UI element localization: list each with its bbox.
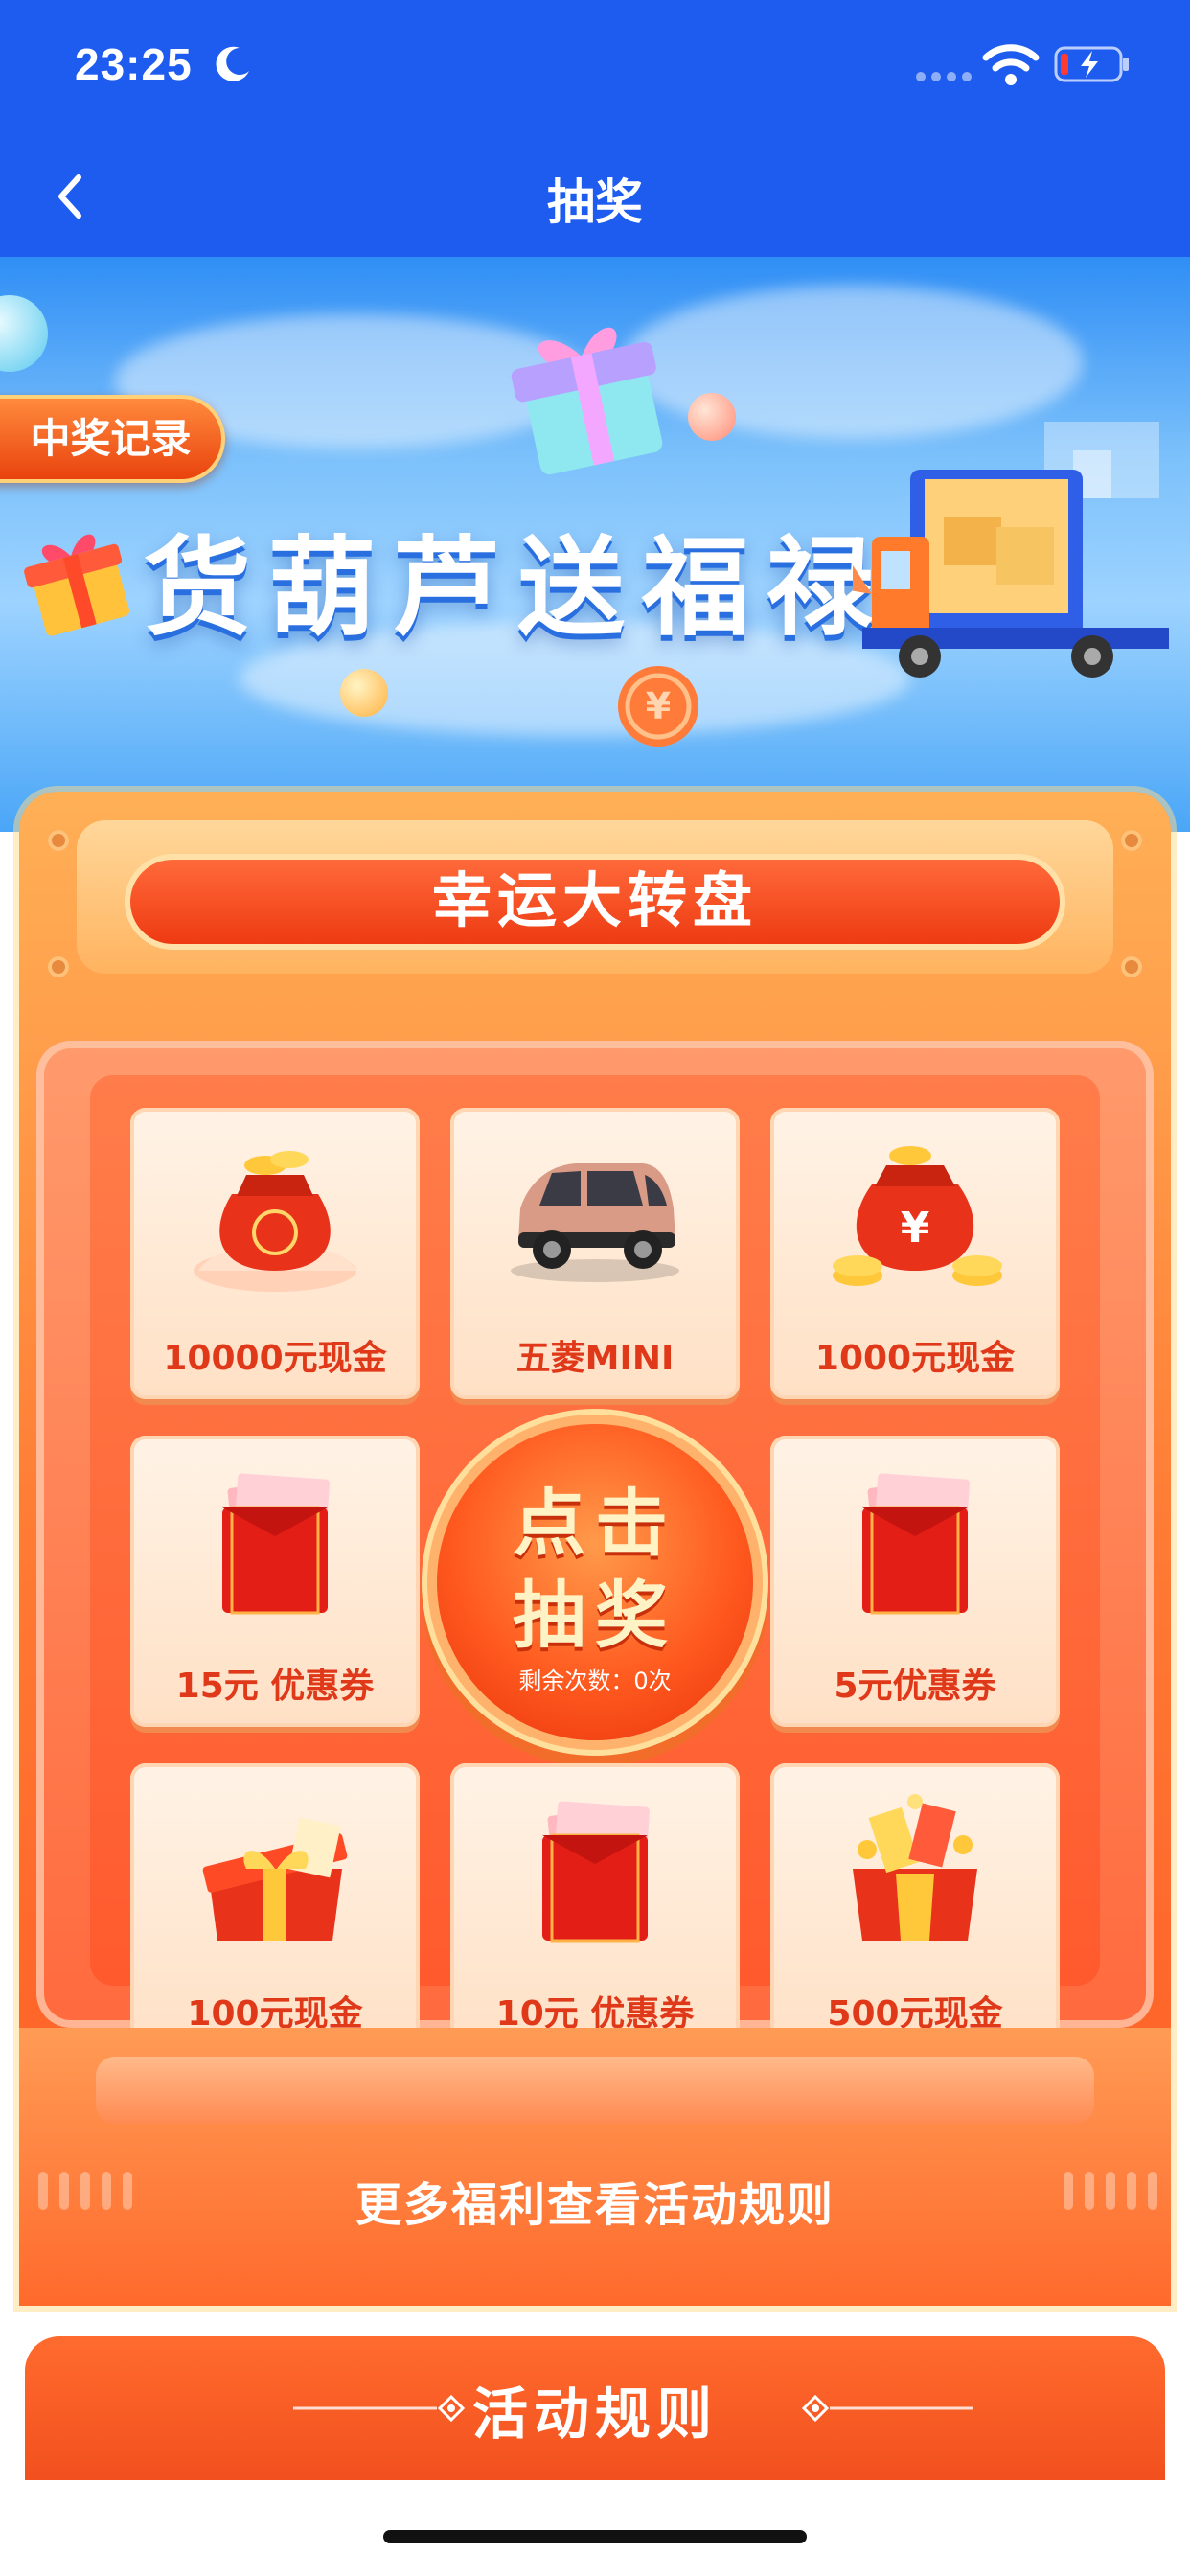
hero-title: 货葫芦送福禄 bbox=[144, 525, 891, 651]
svg-text:¥: ¥ bbox=[901, 1204, 930, 1253]
signal-icon bbox=[916, 72, 972, 81]
car-icon bbox=[511, 1163, 679, 1282]
draw-title-line2: 抽奖 bbox=[513, 1573, 677, 1658]
top-bar: 23:25 抽奖 bbox=[0, 0, 1190, 257]
home-indicator[interactable] bbox=[383, 2530, 807, 2543]
wifi-icon bbox=[982, 44, 1040, 85]
svg-text:¥: ¥ bbox=[646, 685, 671, 727]
prize-cell-10-coupon[interactable]: 10元 优惠券 bbox=[450, 1763, 740, 2055]
red-envelope-icon bbox=[542, 1801, 650, 1943]
prize-label: 1000元现金 bbox=[814, 1339, 1016, 1378]
gift-box-icon bbox=[202, 1817, 348, 1941]
status-time: 23:25 bbox=[75, 39, 193, 89]
prize-cell-wuling-mini[interactable]: 五菱MINI bbox=[450, 1108, 740, 1399]
prize-cell-500-cash[interactable]: 500元现金 bbox=[770, 1763, 1060, 2055]
red-envelope-icon bbox=[862, 1473, 970, 1615]
divider-decoration bbox=[801, 2394, 973, 2423]
status-bar: 23:25 bbox=[0, 0, 1190, 129]
red-envelope-icon bbox=[222, 1473, 330, 1615]
money-bag-hand-icon bbox=[194, 1151, 356, 1292]
nav-bar: 抽奖 bbox=[0, 129, 1190, 257]
lucky-wheel-frame: 幸运大转盘 10000元现金 五菱MINI ¥ 1000元现金 15元 优惠券 … bbox=[19, 792, 1171, 2306]
rules-title[interactable]: 活动规则 bbox=[25, 2369, 1165, 2450]
draw-button-title: 点击 抽奖 bbox=[437, 1478, 753, 1662]
wheel-title: 幸运大转盘 bbox=[125, 854, 1065, 950]
prize-cell-100-cash[interactable]: 100元现金 bbox=[130, 1763, 420, 2055]
money-bag-coins-icon: ¥ bbox=[833, 1146, 1002, 1286]
prize-cell-5-coupon[interactable]: 5元优惠券 bbox=[770, 1436, 1060, 1727]
page-title: 抽奖 bbox=[547, 174, 643, 230]
draw-button[interactable]: 点击 抽奖 剩余次数：0次 bbox=[437, 1424, 753, 1740]
coin-icon: ¥ bbox=[618, 666, 698, 747]
treasure-box-icon bbox=[853, 1794, 977, 1941]
prize-cell-15-coupon[interactable]: 15元 优惠券 bbox=[130, 1436, 420, 1727]
prize-board: 10000元现金 五菱MINI ¥ 1000元现金 15元 优惠券 点击 抽奖 … bbox=[36, 1041, 1154, 2055]
prize-label: 五菱MINI bbox=[515, 1339, 675, 1378]
battery-icon bbox=[1054, 46, 1129, 82]
winning-records-button[interactable]: 中奖记录 bbox=[0, 395, 225, 483]
prize-cell-10000-cash[interactable]: 10000元现金 bbox=[130, 1108, 420, 1399]
gift-icon bbox=[24, 534, 130, 636]
prize-cell-1000-cash[interactable]: ¥ 1000元现金 bbox=[770, 1108, 1060, 1399]
prize-label: 5元优惠券 bbox=[834, 1667, 996, 1706]
rules-section: 活动规则 bbox=[25, 2336, 1165, 2480]
draw-title-line1: 点击 bbox=[513, 1481, 677, 1566]
wheel-header: 幸运大转盘 bbox=[48, 820, 1142, 978]
gift-icon bbox=[511, 327, 663, 475]
remaining-draws: 剩余次数：0次 bbox=[518, 1668, 672, 1694]
truck-icon bbox=[853, 422, 1169, 678]
wheel-footer: 更多福利查看活动规则 bbox=[19, 2028, 1171, 2306]
prize-label: 10000元现金 bbox=[163, 1339, 387, 1378]
moon-icon bbox=[216, 46, 249, 81]
prize-label: 15元 优惠券 bbox=[175, 1667, 375, 1706]
more-benefits-link[interactable]: 更多福利查看活动规则 bbox=[19, 2167, 1171, 2234]
